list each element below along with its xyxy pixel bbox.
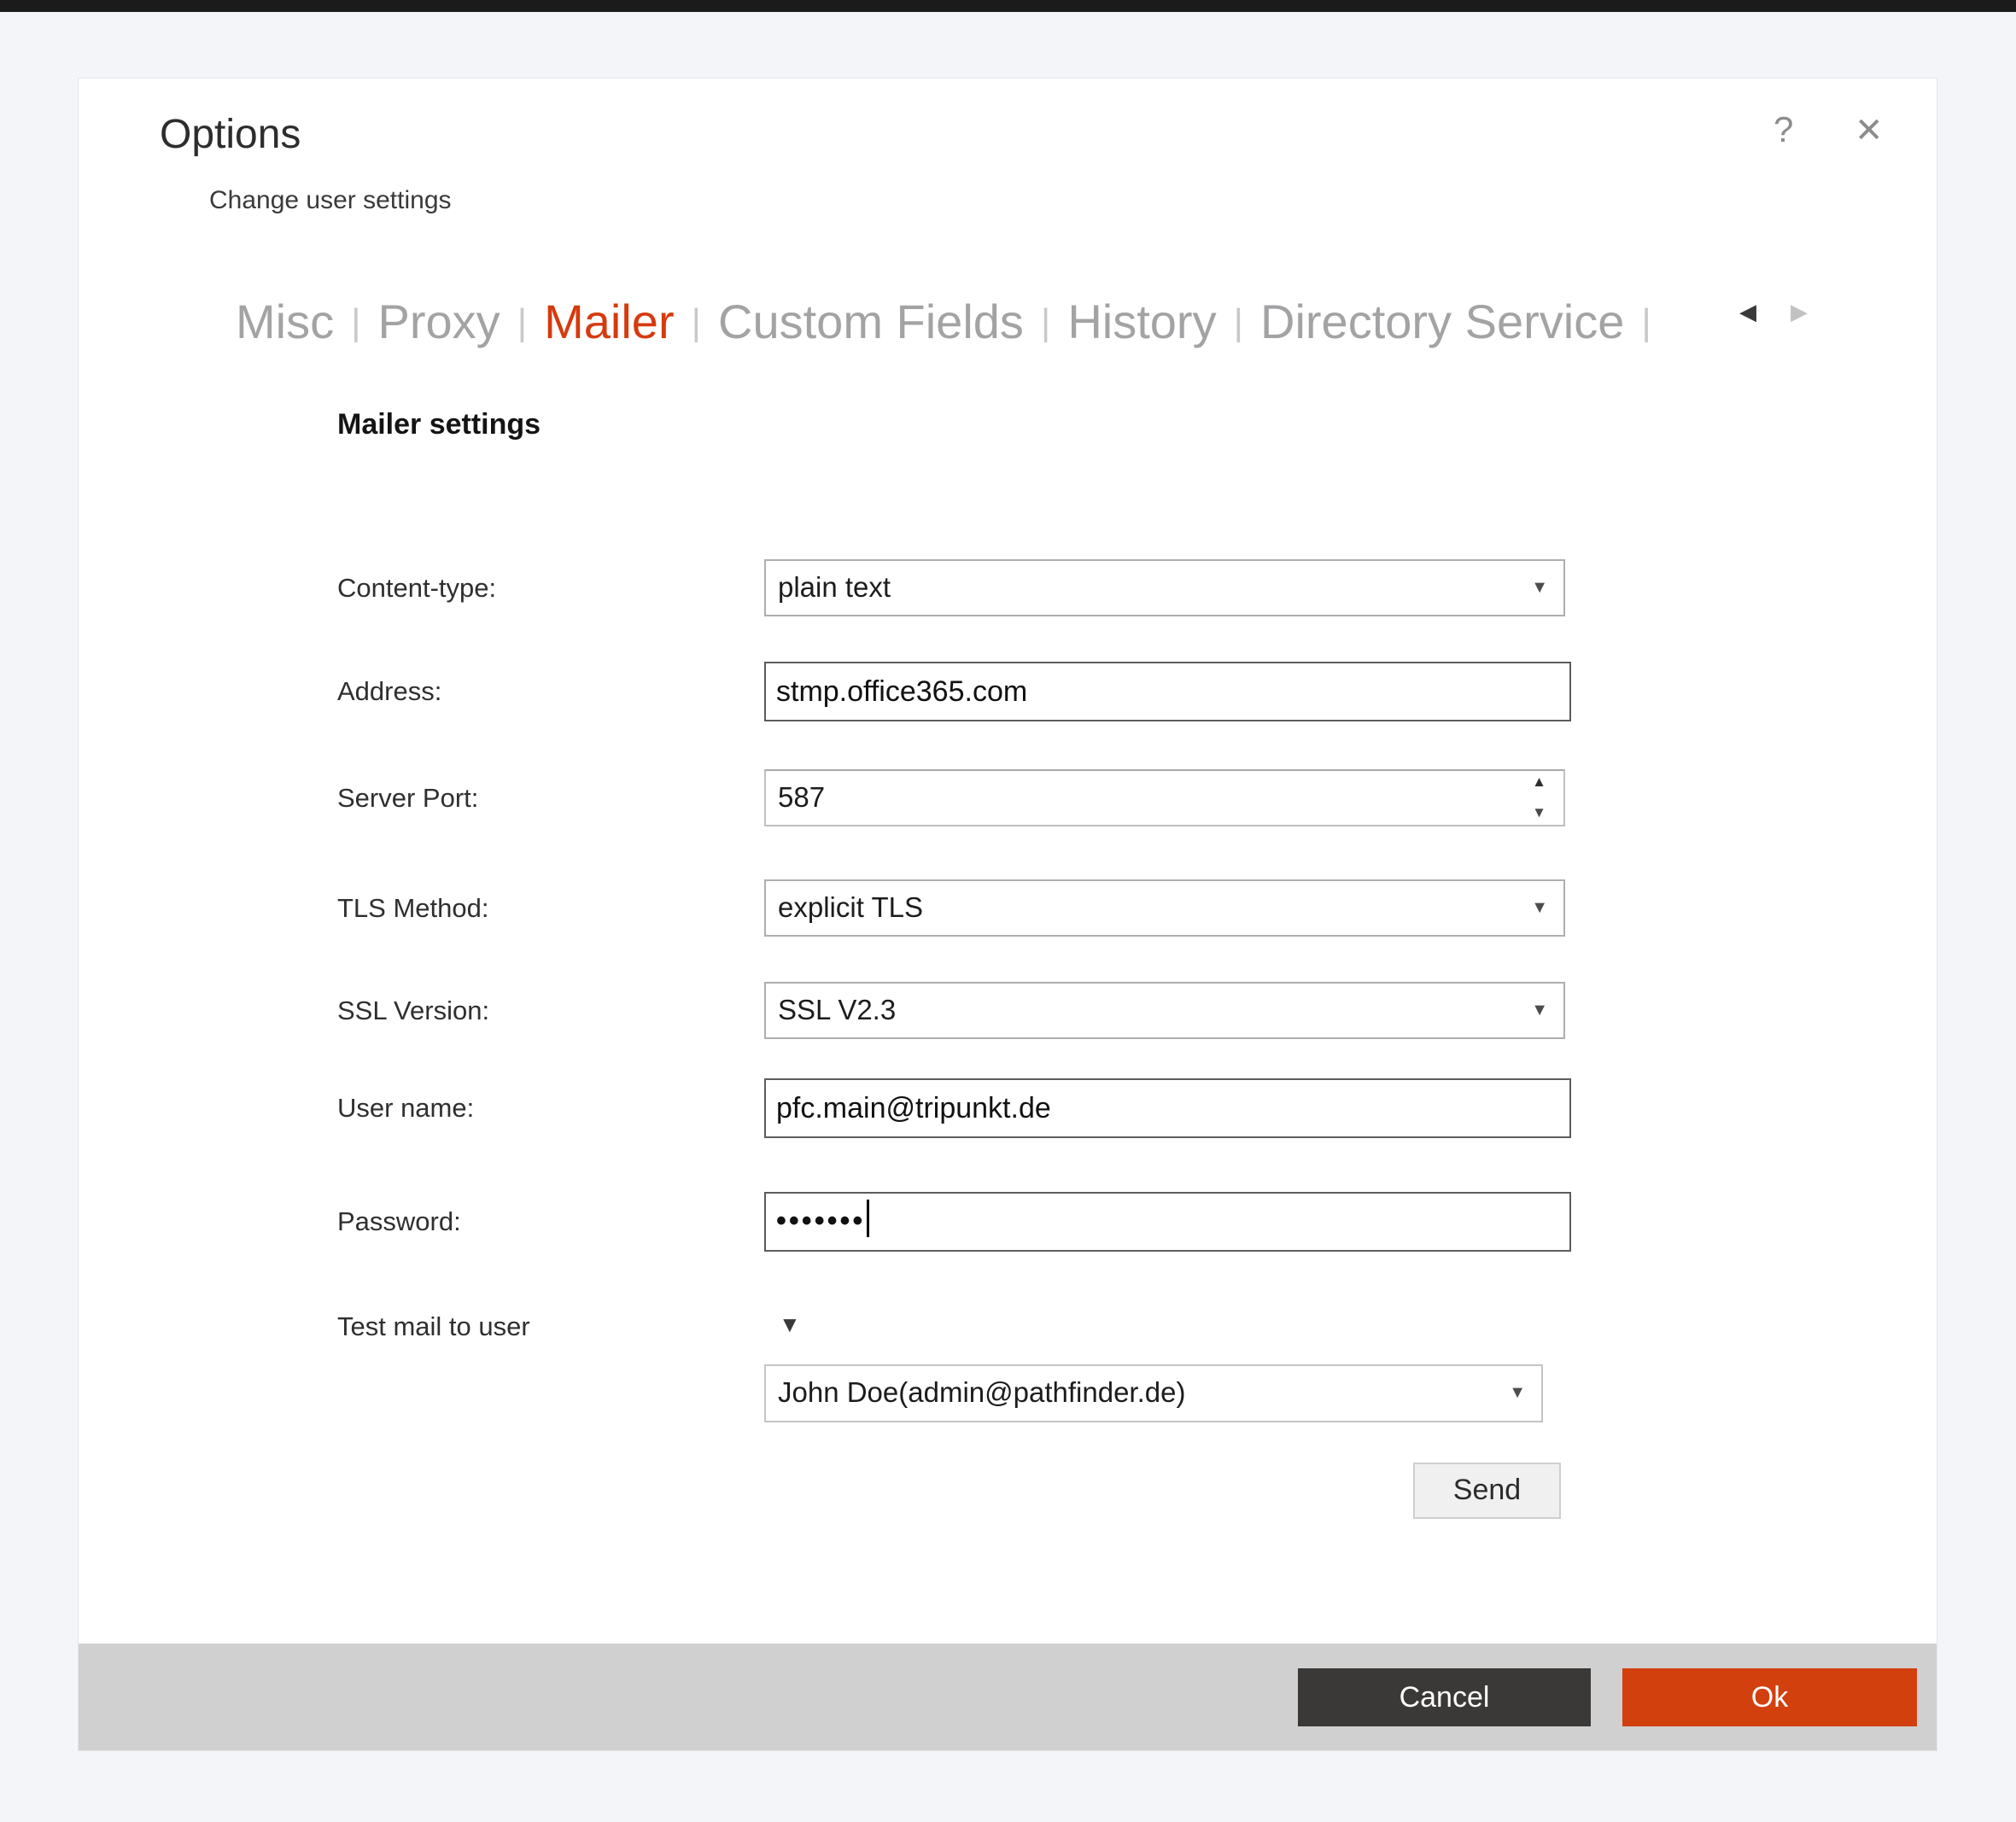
tab-separator: | <box>1027 301 1064 343</box>
test-mail-recipient-select[interactable]: John Doe(admin@pathfinder.de) ▼ <box>764 1364 1543 1422</box>
test-mail-label: Test mail to user <box>337 1305 530 1348</box>
ssl-version-select[interactable]: SSL V2.3 ▼ <box>764 982 1565 1039</box>
tls-method-value: explicit TLS <box>778 891 923 923</box>
chevron-down-icon: ▼ <box>1531 984 1548 1037</box>
server-port-stepper[interactable]: 587 ▲ ▼ <box>764 769 1565 826</box>
content-type-label: Content-type: <box>337 559 496 616</box>
dialog-title: Options <box>160 111 301 158</box>
tab-directory-service[interactable]: Directory Service <box>1257 295 1627 348</box>
tab-scroll-left-icon[interactable]: ◀ <box>1739 299 1756 325</box>
user-name-input[interactable] <box>764 1078 1571 1138</box>
ok-button[interactable]: Ok <box>1622 1668 1917 1726</box>
password-field[interactable]: ••••••• <box>764 1192 1571 1252</box>
content-type-select[interactable]: plain text ▼ <box>764 559 1565 616</box>
close-icon[interactable]: ✕ <box>1855 111 1884 150</box>
screen: Options ? ✕ Change user settings Misc|Pr… <box>0 0 2016 1822</box>
tls-method-label: TLS Method: <box>337 879 488 937</box>
tab-bar: Misc|Proxy|Mailer|Custom Fields|History|… <box>232 294 1665 349</box>
test-mail-recipient-value: John Doe(admin@pathfinder.de) <box>778 1376 1185 1408</box>
password-label: Password: <box>337 1192 461 1252</box>
options-dialog: Options ? ✕ Change user settings Misc|Pr… <box>79 79 1937 1750</box>
chevron-down-icon: ▼ <box>1531 881 1548 934</box>
tab-proxy[interactable]: Proxy <box>375 295 504 348</box>
tab-separator: | <box>1627 301 1664 343</box>
tls-method-select[interactable]: explicit TLS ▼ <box>764 879 1565 937</box>
spinner-down-icon[interactable]: ▼ <box>1532 805 1546 820</box>
server-port-value: 587 <box>778 781 825 813</box>
tab-separator: | <box>504 301 541 343</box>
tab-separator: | <box>337 301 374 343</box>
tab-mailer[interactable]: Mailer <box>541 295 677 348</box>
tab-separator: | <box>678 301 715 343</box>
tab-history[interactable]: History <box>1064 295 1219 348</box>
content-type-value: plain text <box>778 571 891 603</box>
tab-custom-fields[interactable]: Custom Fields <box>715 295 1027 348</box>
chevron-down-icon: ▼ <box>1531 561 1548 614</box>
dialog-footer: Cancel Ok <box>79 1644 1937 1750</box>
tab-misc[interactable]: Misc <box>232 295 337 348</box>
section-heading: Mailer settings <box>337 408 541 441</box>
spinner-up-icon[interactable]: ▲ <box>1532 774 1546 789</box>
cancel-button[interactable]: Cancel <box>1298 1668 1591 1726</box>
tab-scroll-right-icon[interactable]: ▶ <box>1791 299 1808 325</box>
top-window-strip <box>0 0 2016 12</box>
ssl-version-value: SSL V2.3 <box>778 994 896 1025</box>
address-label: Address: <box>337 662 441 721</box>
dialog-subtitle: Change user settings <box>209 186 452 215</box>
tab-separator: | <box>1220 301 1257 343</box>
help-icon[interactable]: ? <box>1773 109 1793 150</box>
server-port-label: Server Port: <box>337 769 478 826</box>
password-masked-value: ••••••• <box>776 1205 865 1237</box>
text-caret <box>867 1200 869 1237</box>
test-mail-dropdown-icon[interactable]: ▼ <box>779 1311 801 1338</box>
user-name-label: User name: <box>337 1078 474 1138</box>
chevron-down-icon: ▼ <box>1509 1366 1526 1419</box>
ssl-version-label: SSL Version: <box>337 982 489 1039</box>
address-input[interactable] <box>764 662 1571 721</box>
send-button[interactable]: Send <box>1413 1463 1561 1519</box>
